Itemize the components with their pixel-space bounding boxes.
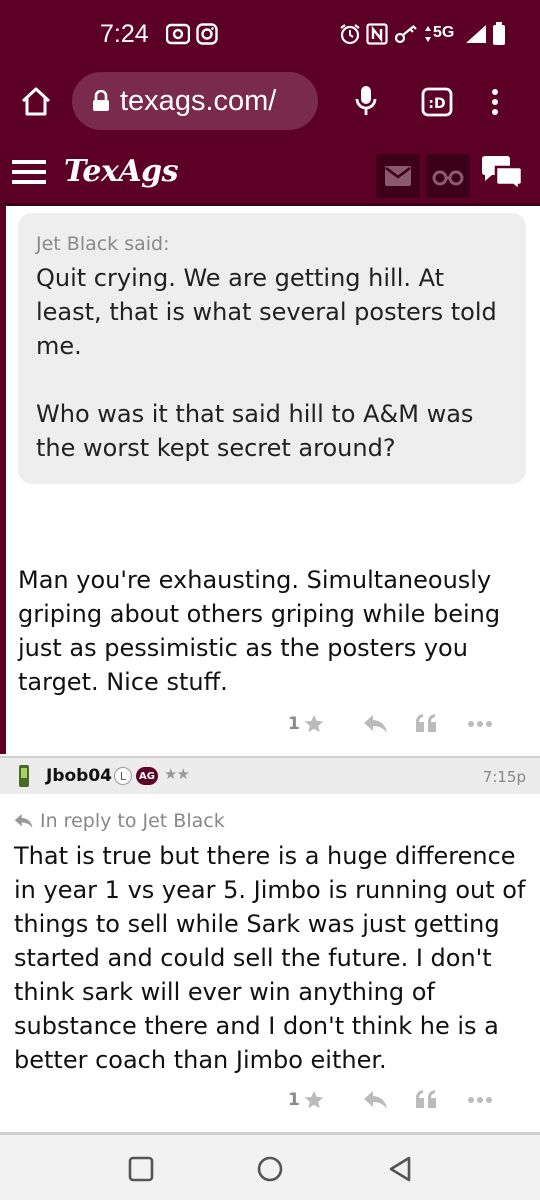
mail-button[interactable] [376, 154, 420, 198]
nfc-icon [366, 22, 388, 46]
more-horiz-icon[interactable] [467, 1096, 493, 1104]
badge-ag: AG [136, 767, 158, 785]
more-vert-icon[interactable] [490, 86, 500, 118]
post-rail [0, 206, 6, 754]
post-author-row: Jbob04 L AG ★★ 7:15p [0, 756, 540, 794]
svg-text::D: :D [428, 96, 445, 112]
menu-icon[interactable] [12, 158, 46, 186]
battery-icon [492, 22, 506, 46]
reply-icon [14, 813, 34, 829]
mail-icon [385, 166, 411, 186]
url-bar[interactable]: texags.com/ [72, 72, 318, 130]
site-header: TexAgs [0, 140, 540, 206]
browser-toolbar: texags.com/ :D [0, 70, 540, 140]
url-text: texags.com/ [120, 84, 277, 117]
post-time: 7:15p [482, 768, 526, 786]
quote-author: Jet Black said: [36, 233, 170, 255]
recents-icon[interactable] [127, 1155, 155, 1183]
home-icon[interactable] [20, 86, 52, 118]
chat-icon[interactable] [480, 155, 524, 191]
badge-l: L [114, 767, 132, 785]
lock-icon [92, 90, 110, 112]
key-icon [394, 22, 420, 46]
quote-block: Jet Black said: Quit crying. We are gett… [18, 213, 526, 484]
post-body: Man you're exhausting. Simultaneously gr… [18, 566, 501, 696]
network-type: 5G [433, 24, 455, 41]
reply-icon[interactable] [363, 1090, 389, 1110]
star-icon[interactable] [303, 1089, 325, 1111]
signal-icon [464, 22, 488, 46]
quote-paragraph: Who was it that said hill to A&M was the… [36, 400, 474, 462]
status-time: 7:24 [100, 20, 149, 48]
quote-icon[interactable] [415, 1090, 437, 1110]
phone-icon [18, 764, 30, 788]
like-count: 1 [288, 1090, 300, 1110]
like-count: 1 [288, 714, 300, 734]
screen-record-icon [166, 22, 190, 46]
mic-icon[interactable] [354, 84, 378, 118]
alarm-icon [339, 22, 361, 46]
user-stars: ★★ [164, 765, 190, 783]
binoculars-icon [432, 166, 464, 186]
post-actions: 1 [288, 1085, 493, 1115]
watchlist-button[interactable] [426, 154, 470, 198]
reply-to-text: In reply to Jet Black [40, 810, 225, 832]
instagram-icon [196, 22, 218, 46]
back-icon[interactable] [386, 1155, 414, 1183]
reply-to-link[interactable]: In reply to Jet Black [14, 810, 225, 832]
reply-icon[interactable] [363, 714, 389, 734]
username[interactable]: Jbob04 [46, 766, 112, 786]
post-body: That is true but there is a huge differe… [14, 842, 526, 1074]
more-horiz-icon[interactable] [467, 720, 493, 728]
post-actions: 1 [288, 709, 493, 739]
system-nav-bar [0, 1135, 540, 1200]
quote-paragraph: Quit crying. We are getting hill. At lea… [36, 264, 497, 360]
tab-switcher-icon[interactable]: :D [421, 86, 453, 118]
site-logo[interactable]: TexAgs [64, 154, 179, 189]
status-bar: 7:24 5G [0, 0, 540, 70]
home-nav-icon[interactable] [256, 1155, 284, 1183]
data-arrows-icon [424, 22, 432, 46]
quote-icon[interactable] [415, 714, 437, 734]
star-icon[interactable] [303, 713, 325, 735]
